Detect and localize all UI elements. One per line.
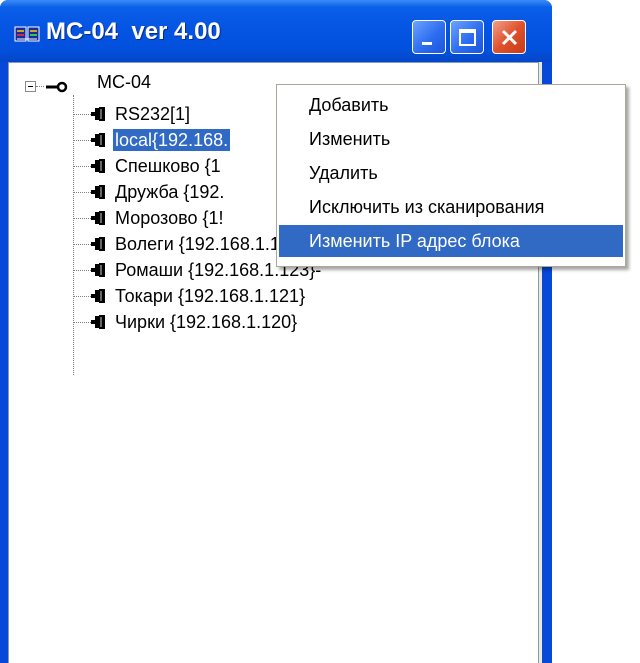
tree-item[interactable]: Морозово {1! (115, 207, 223, 229)
tree-item[interactable]: Дружба {192. (115, 181, 224, 203)
close-button[interactable] (492, 20, 526, 54)
connector-key-icon (46, 81, 68, 93)
maximize-icon (459, 29, 476, 46)
menu-item-delete[interactable]: Удалить (279, 157, 623, 189)
menu-item-exclude-scan[interactable]: Исключить из сканирования (279, 191, 623, 223)
maximize-button[interactable] (450, 20, 484, 54)
plug-icon (91, 159, 105, 173)
tree-item[interactable]: Спешково {1 (115, 155, 221, 177)
tree-item-selected[interactable]: local{192.168. (113, 129, 231, 151)
context-menu: Добавить Изменить Удалить Исключить из с… (276, 84, 626, 267)
title-bar[interactable]: MC-04 ver 4.00 (0, 0, 552, 62)
tree-connector (73, 270, 93, 271)
minimize-button[interactable] (412, 20, 446, 54)
tree-connector (73, 192, 93, 193)
tree-item[interactable]: RS232[1] (115, 103, 190, 125)
menu-item-add[interactable]: Добавить (279, 89, 623, 121)
window-title: MC-04 ver 4.00 (46, 18, 221, 45)
collapse-toggle[interactable] (25, 81, 36, 92)
plug-icon (91, 315, 105, 329)
plug-icon (91, 211, 105, 225)
tree-connector (73, 166, 93, 167)
plug-icon (91, 133, 105, 147)
plug-icon (91, 237, 105, 251)
app-chip-icon (14, 26, 40, 42)
menu-item-edit[interactable]: Изменить (279, 123, 623, 155)
tree-connector (73, 244, 93, 245)
tree-connector (73, 95, 74, 375)
tree-root-label[interactable]: MC-04 (97, 71, 151, 93)
close-icon (501, 29, 518, 46)
menu-item-change-ip[interactable]: Изменить IP адрес блока (279, 225, 623, 257)
tree-connector (73, 114, 93, 115)
plug-icon (91, 107, 105, 121)
plug-icon (91, 263, 105, 277)
tree-connector (73, 140, 93, 141)
plug-icon (91, 289, 105, 303)
tree-connector (73, 218, 93, 219)
minimize-icon (422, 42, 432, 45)
plug-icon (91, 185, 105, 199)
tree-connector (73, 296, 93, 297)
tree-connector (36, 86, 44, 87)
tree-connector (73, 322, 93, 323)
tree-item[interactable]: Токари {192.168.1.121} (115, 285, 305, 307)
tree-item[interactable]: Чирки {192.168.1.120} (115, 311, 297, 333)
